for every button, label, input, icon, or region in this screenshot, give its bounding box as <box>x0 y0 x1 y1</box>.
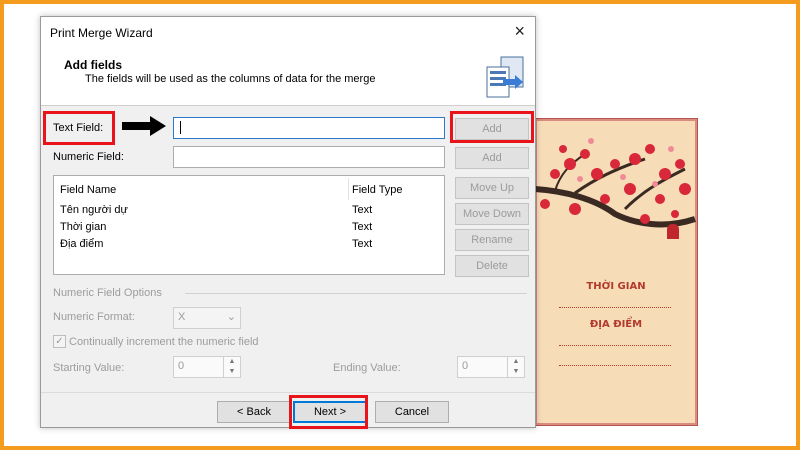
numeric-format-select[interactable]: X ⌄ <box>173 307 241 329</box>
wizard-icon <box>486 56 524 98</box>
step-subtitle: The fields will be used as the columns o… <box>85 73 376 85</box>
list-item-name[interactable]: Tên người dự <box>60 204 128 216</box>
invitation-card-preview: THỜI GIAN ĐỊA ĐIỂM <box>534 118 698 426</box>
list-item-name[interactable]: Địa điểm <box>60 238 103 250</box>
checkmark-icon: ✓ <box>55 336 64 347</box>
group-divider <box>185 293 527 294</box>
numeric-options-group-label: Numeric Field Options <box>53 287 162 299</box>
text-field-input[interactable] <box>173 117 445 139</box>
footer-divider <box>41 392 535 393</box>
chevron-down-icon: ⌄ <box>226 311 236 323</box>
add-numeric-field-button[interactable]: Add <box>455 147 529 169</box>
increment-checkbox-label: Continually increment the numeric field <box>69 336 259 348</box>
move-down-button[interactable]: Move Down <box>455 203 529 225</box>
numeric-format-value: X <box>178 311 186 323</box>
fields-list[interactable]: Field Name Field Type Tên người dự Text … <box>53 175 445 275</box>
increment-checkbox[interactable]: ✓ <box>53 335 66 348</box>
starting-value-label: Starting Value: <box>53 362 125 374</box>
ending-value: 0 <box>462 360 469 372</box>
back-button[interactable]: < Back <box>217 401 291 423</box>
numeric-field-input[interactable] <box>173 146 445 168</box>
card-dotted-line <box>559 307 671 308</box>
dialog-title: Print Merge Wizard <box>50 26 153 40</box>
numeric-field-label: Numeric Field: <box>53 151 124 163</box>
column-separator <box>348 178 349 200</box>
blossom-branch-illustration <box>535 138 696 239</box>
numeric-format-label: Numeric Format: <box>53 311 135 323</box>
column-header-field-type[interactable]: Field Type <box>352 184 403 196</box>
step-title: Add fields <box>64 58 123 72</box>
list-item-type[interactable]: Text <box>352 204 372 216</box>
highlight-add-button <box>450 111 534 143</box>
highlight-text-field-label <box>43 111 115 145</box>
spin-down-icon[interactable]: ▼ <box>224 367 240 377</box>
spin-up-icon[interactable]: ▲ <box>224 357 240 367</box>
list-item-type[interactable]: Text <box>352 238 372 250</box>
ending-value-spinner[interactable]: 0 ▲ ▼ <box>457 356 525 378</box>
cancel-button[interactable]: Cancel <box>375 401 449 423</box>
spin-up-icon[interactable]: ▲ <box>508 357 524 367</box>
wizard-header: Add fields The fields will be used as th… <box>41 47 535 106</box>
ending-value-label: Ending Value: <box>333 362 401 374</box>
print-merge-wizard-dialog: Print Merge Wizard × Add fields The fiel… <box>40 16 536 428</box>
card-place-label: ĐỊA ĐIỂM <box>589 319 643 330</box>
close-icon[interactable]: × <box>514 21 525 42</box>
move-up-button[interactable]: Move Up <box>455 177 529 199</box>
starting-value-spinner[interactable]: 0 ▲ ▼ <box>173 356 241 378</box>
spin-down-icon[interactable]: ▼ <box>508 367 524 377</box>
starting-value: 0 <box>178 360 185 372</box>
highlight-next-button <box>289 395 368 429</box>
card-dotted-line <box>559 365 671 366</box>
rename-button[interactable]: Rename <box>455 229 529 251</box>
list-item-type[interactable]: Text <box>352 221 372 233</box>
list-item-name[interactable]: Thời gian <box>60 221 106 233</box>
delete-button[interactable]: Delete <box>455 255 529 277</box>
title-bar: Print Merge Wizard × <box>41 17 535 47</box>
text-caret <box>180 121 181 134</box>
card-dotted-line <box>559 345 671 346</box>
arrow-right-icon <box>122 116 166 136</box>
card-time-label: THỜI GIAN <box>586 281 646 292</box>
column-header-field-name[interactable]: Field Name <box>60 184 116 196</box>
